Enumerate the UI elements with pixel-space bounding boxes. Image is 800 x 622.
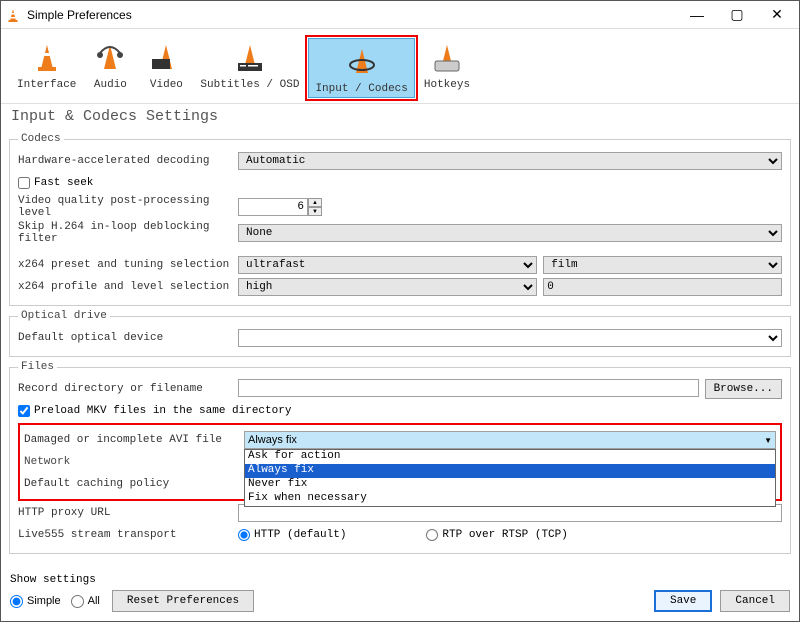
minimize-button[interactable]: — [677, 1, 717, 29]
hw-decode-label: Hardware-accelerated decoding [18, 155, 238, 167]
skip-h264-label: Skip H.264 in-loop deblocking filter [18, 221, 238, 245]
tab-video[interactable]: Video [138, 35, 194, 101]
avi-option[interactable]: Always fix [245, 464, 775, 478]
reset-button[interactable]: Reset Preferences [112, 590, 254, 612]
avi-option-list: Ask for action Always fix Never fix Fix … [244, 449, 776, 507]
x264-profile-select[interactable]: high [238, 278, 537, 296]
vq-label: Video quality post-processing level [18, 195, 238, 219]
codecs-group: Codecs Hardware-accelerated decoding Aut… [9, 133, 791, 306]
tab-input-codecs[interactable]: Input / Codecs [308, 38, 414, 98]
proxy-label: HTTP proxy URL [18, 507, 238, 519]
x264-preset-label: x264 preset and tuning selection [18, 259, 238, 271]
preload-mkv-label: Preload MKV files in the same directory [34, 405, 291, 417]
live555-rtp-radio[interactable] [426, 529, 438, 541]
files-legend: Files [18, 361, 57, 373]
avi-label: Damaged or incomplete AVI file [24, 434, 244, 446]
vq-spin-up[interactable]: ▲ [308, 198, 322, 207]
close-button[interactable]: ✕ [757, 1, 797, 29]
x264-tuning-select[interactable]: film [543, 256, 782, 274]
settings-content: Codecs Hardware-accelerated decoding Aut… [1, 133, 799, 554]
vq-spin-input[interactable] [238, 198, 308, 216]
page-heading: Input & Codecs Settings [1, 104, 799, 133]
fast-seek-label: Fast seek [34, 177, 93, 189]
x264-preset-select[interactable]: ultrafast [238, 256, 537, 274]
live555-http-radio[interactable] [238, 529, 250, 541]
window-title: Simple Preferences [23, 8, 677, 22]
live555-label: Live555 stream transport [18, 529, 238, 541]
skip-h264-select[interactable]: None [238, 224, 782, 242]
footer: Show settings Simple All Reset Preferenc… [0, 568, 800, 622]
vlc-icon [3, 7, 23, 23]
optical-default-select[interactable] [238, 329, 782, 347]
avi-option[interactable]: Never fix [245, 478, 775, 492]
hw-decode-select[interactable]: Automatic [238, 152, 782, 170]
tab-interface[interactable]: Interface [11, 35, 82, 101]
chevron-down-icon: ▼ [764, 436, 772, 445]
titlebar: Simple Preferences — ▢ ✕ [1, 1, 799, 29]
vq-spin-down[interactable]: ▼ [308, 207, 322, 216]
category-toolbar: Interface Audio Video Subtitles / OSD In… [1, 29, 799, 104]
show-settings-label: Show settings [10, 574, 254, 586]
optical-default-label: Default optical device [18, 332, 238, 344]
avi-option[interactable]: Ask for action [245, 450, 775, 464]
maximize-button[interactable]: ▢ [717, 1, 757, 29]
record-input[interactable] [238, 379, 699, 397]
tab-hotkeys[interactable]: Hotkeys [418, 35, 476, 101]
browse-button[interactable]: Browse... [705, 379, 782, 399]
avi-select-open[interactable]: Always fix▼ Ask for action Always fix Ne… [244, 431, 776, 449]
show-all-radio[interactable] [71, 595, 84, 608]
files-group: Files Record directory or filename Brows… [9, 361, 791, 554]
tab-input-codecs-highlight: Input / Codecs [305, 35, 417, 101]
caching-label: Default caching policy [24, 478, 244, 490]
optical-group: Optical drive Default optical device [9, 310, 791, 357]
show-simple-radio[interactable] [10, 595, 23, 608]
codecs-legend: Codecs [18, 133, 64, 145]
tab-audio[interactable]: Audio [82, 35, 138, 101]
record-label: Record directory or filename [18, 383, 238, 395]
fast-seek-checkbox[interactable] [18, 177, 30, 189]
avi-option[interactable]: Fix when necessary [245, 492, 775, 506]
avi-row-highlight: Damaged or incomplete AVI file Always fi… [18, 423, 782, 501]
x264-level-input[interactable] [543, 278, 782, 296]
cancel-button[interactable]: Cancel [720, 590, 790, 612]
preload-mkv-checkbox[interactable] [18, 405, 30, 417]
x264-profile-label: x264 profile and level selection [18, 281, 238, 293]
optical-legend: Optical drive [18, 310, 110, 322]
tab-subtitles[interactable]: Subtitles / OSD [194, 35, 305, 101]
save-button[interactable]: Save [654, 590, 712, 612]
